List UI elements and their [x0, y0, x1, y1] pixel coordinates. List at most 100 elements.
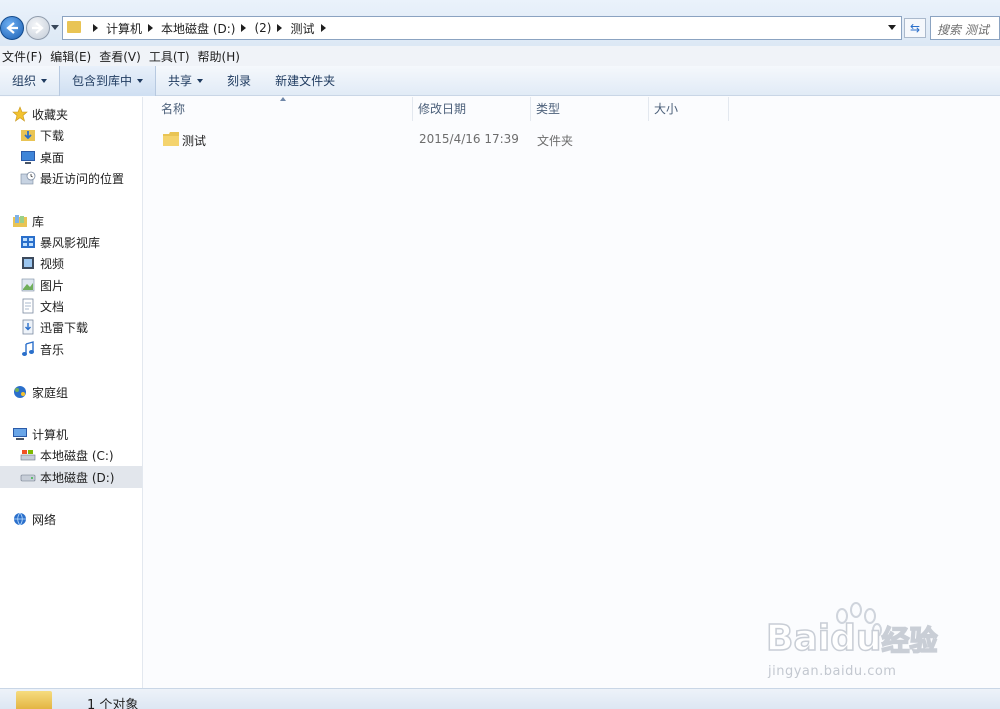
nav-item-xunlei[interactable]: 迅雷下载	[20, 317, 88, 337]
music-icon	[22, 341, 34, 356]
watermark-cn: 经验	[881, 623, 939, 658]
nav-item-label: 本地磁盘 (D:)	[40, 470, 115, 485]
nav-favorites[interactable]: 收藏夹	[12, 104, 68, 124]
address-history-dropdown-icon[interactable]	[888, 25, 896, 30]
nav-item-label: 最近访问的位置	[40, 171, 125, 186]
chevron-right-icon[interactable]	[148, 24, 154, 32]
chevron-right-icon[interactable]	[277, 24, 283, 32]
column-header-label: 修改日期	[418, 102, 467, 116]
recent-places-icon	[20, 171, 36, 185]
nav-item-label: 迅雷下载	[40, 320, 89, 335]
file-modified: 2015/4/16 17:39	[419, 132, 519, 146]
refresh-button[interactable]: ⇆	[904, 18, 926, 38]
search-input[interactable]: 搜索 测试	[930, 16, 1000, 40]
breadcrumb-folder-2[interactable]: (2)	[254, 21, 271, 35]
include-in-library-label: 包含到库中	[72, 74, 133, 88]
nav-item-downloads[interactable]: 下载	[20, 125, 64, 145]
refresh-icon: ⇆	[909, 21, 921, 35]
column-header-name[interactable]: 名称	[156, 97, 413, 121]
nav-favorites-label: 收藏夹	[32, 107, 69, 122]
network-icon	[14, 512, 26, 526]
library-icon	[13, 215, 27, 227]
document-icon	[22, 298, 34, 314]
column-header-label: 名称	[161, 102, 186, 116]
watermark-brand: Bai	[765, 617, 831, 660]
column-header-label: 大小	[654, 102, 679, 116]
burn-label: 刻录	[227, 74, 252, 88]
recent-pages-dropdown-icon[interactable]	[51, 25, 59, 30]
nav-homegroup[interactable]: 家庭组	[12, 382, 68, 402]
video-icon	[22, 257, 34, 269]
nav-item-drive-c[interactable]: 本地磁盘 (C:)	[20, 445, 114, 465]
item-count: 1 个对象	[87, 698, 139, 709]
download-library-icon	[22, 319, 34, 335]
menu-view[interactable]: 查看(V)	[97, 46, 147, 66]
address-row: 计算机 本地磁盘 (D:) (2) 测试 ⇆ 搜索 测试	[0, 0, 1000, 46]
nav-item-desktop[interactable]: 桌面	[20, 147, 64, 167]
column-header-modified[interactable]: 修改日期	[413, 97, 531, 121]
nav-item-videos[interactable]: 视频	[20, 253, 64, 273]
organize-button[interactable]: 组织	[0, 66, 59, 96]
nav-item-label: 下载	[40, 128, 65, 143]
arrow-left-icon	[6, 22, 18, 34]
file-row[interactable]: 测试 2015/4/16 17:39 文件夹	[160, 129, 730, 151]
baidu-jingyan-watermark: Baidu经验 jingyan.baidu.com	[760, 598, 950, 690]
chevron-down-icon	[137, 78, 144, 83]
nav-libraries-label: 库	[32, 214, 45, 229]
new-folder-label: 新建文件夹	[275, 74, 336, 88]
breadcrumb: 计算机 本地磁盘 (D:) (2) 测试	[87, 20, 334, 36]
nav-item-label: 图片	[40, 278, 65, 293]
file-name: 测试	[182, 134, 207, 148]
menu-edit[interactable]: 编辑(E)	[48, 46, 97, 66]
chevron-right-icon[interactable]	[320, 24, 326, 32]
media-library-icon	[21, 236, 35, 248]
menu-tools[interactable]: 工具(T)	[147, 46, 196, 66]
breadcrumb-current[interactable]: 测试	[290, 20, 314, 37]
menu-file[interactable]: 文件(F)	[0, 46, 48, 66]
nav-item-documents[interactable]: 文档	[20, 296, 64, 316]
nav-libraries[interactable]: 库	[12, 211, 44, 231]
breadcrumb-computer[interactable]: 计算机	[106, 20, 142, 37]
organize-label: 组织	[12, 74, 37, 88]
nav-item-drive-d[interactable]: 本地磁盘 (D:)	[0, 466, 142, 488]
chevron-right-icon[interactable]	[93, 24, 98, 32]
status-bar: 1 个对象	[0, 688, 1000, 709]
nav-computer[interactable]: 计算机	[12, 424, 68, 444]
nav-homegroup-label: 家庭组	[32, 385, 69, 400]
burn-button[interactable]: 刻录	[215, 66, 263, 96]
folder-icon	[67, 21, 81, 33]
star-icon	[12, 106, 28, 122]
nav-item-music[interactable]: 音乐	[20, 339, 64, 359]
nav-item-baofeng[interactable]: 暴风影视库	[20, 232, 100, 252]
nav-item-label: 视频	[40, 256, 65, 271]
folder-icon	[16, 691, 52, 709]
folder-icon	[163, 132, 179, 146]
nav-item-label: 本地磁盘 (C:)	[40, 448, 114, 463]
new-folder-button[interactable]: 新建文件夹	[263, 66, 347, 96]
menu-help[interactable]: 帮助(H)	[196, 46, 246, 66]
nav-item-pictures[interactable]: 图片	[20, 275, 64, 295]
picture-icon	[21, 278, 35, 292]
navigation-pane: 收藏夹 下载 桌面 最近访问的位置 库 暴风影视库 视频 图片 文档 迅雷下载 …	[0, 97, 143, 688]
include-in-library-button[interactable]: 包含到库中	[59, 65, 157, 96]
nav-item-label: 文档	[40, 299, 65, 314]
nav-item-recent[interactable]: 最近访问的位置	[20, 168, 124, 188]
forward-button[interactable]	[26, 16, 50, 40]
nav-item-label: 桌面	[40, 150, 65, 165]
column-header-size[interactable]: 大小	[649, 97, 729, 121]
nav-item-label: 暴风影视库	[40, 235, 101, 250]
back-button[interactable]	[0, 16, 24, 40]
search-placeholder: 搜索 测试	[937, 23, 989, 37]
address-bar[interactable]: 计算机 本地磁盘 (D:) (2) 测试	[62, 16, 902, 40]
column-header-label: 类型	[536, 102, 561, 116]
command-bar: 组织 包含到库中 共享 刻录 新建文件夹	[0, 65, 1000, 96]
hard-drive-icon	[20, 474, 36, 482]
nav-network[interactable]: 网络	[12, 509, 56, 529]
system-drive-icon	[20, 450, 36, 461]
share-button[interactable]: 共享	[156, 66, 215, 96]
chevron-right-icon[interactable]	[241, 24, 247, 32]
menu-bar: 文件(F) 编辑(E) 查看(V) 工具(T) 帮助(H)	[0, 46, 1000, 66]
column-header-type[interactable]: 类型	[531, 97, 649, 121]
share-label: 共享	[168, 74, 193, 88]
breadcrumb-drive-d[interactable]: 本地磁盘 (D:)	[161, 20, 235, 37]
